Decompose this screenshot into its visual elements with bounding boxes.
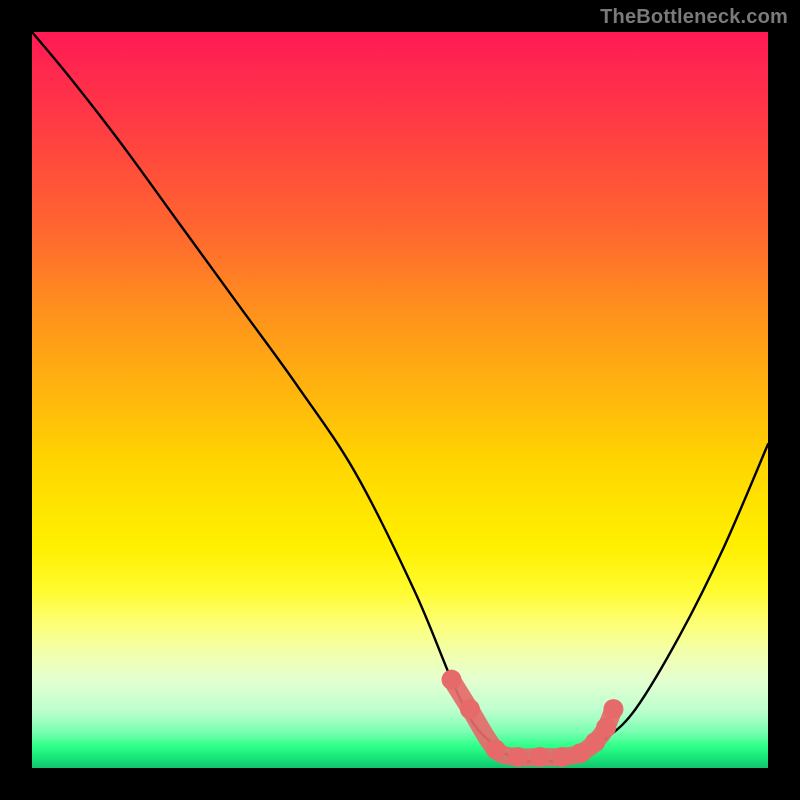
highlight-dot — [460, 699, 480, 719]
highlight-dot — [442, 670, 462, 690]
highlight-dots-group — [442, 670, 624, 767]
highlight-dot — [552, 747, 572, 767]
curve-svg — [32, 32, 768, 768]
plot-area — [32, 32, 768, 768]
chart-frame: TheBottleneck.com — [0, 0, 800, 800]
highlight-dot — [508, 747, 528, 767]
highlight-dot — [530, 747, 550, 767]
watermark-text: TheBottleneck.com — [600, 6, 788, 29]
bottleneck-curve-line — [32, 32, 768, 762]
highlight-dot — [603, 699, 623, 719]
highlight-dot — [596, 718, 616, 738]
highlight-dot — [486, 740, 506, 760]
